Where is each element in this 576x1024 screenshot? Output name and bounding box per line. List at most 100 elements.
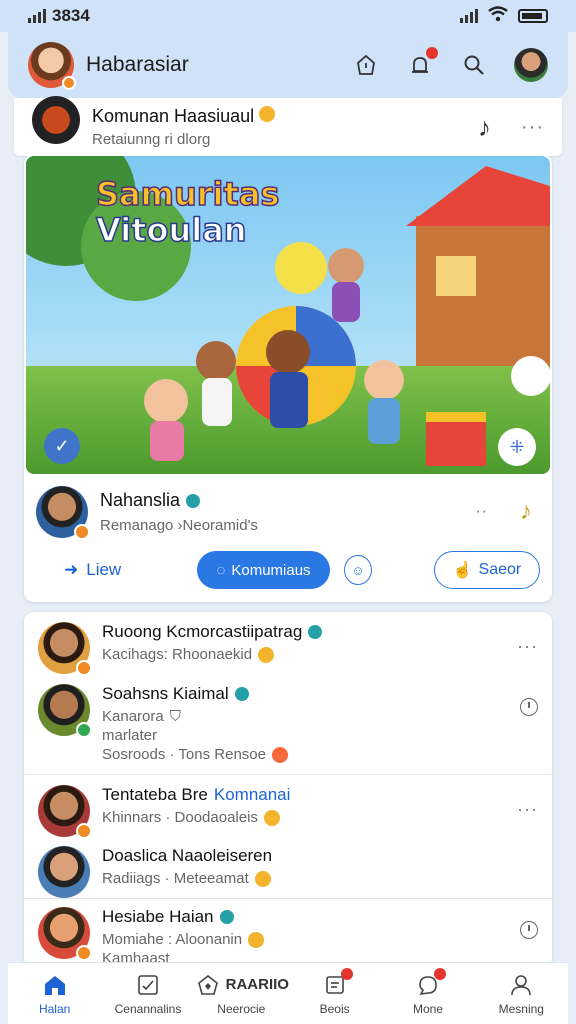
notification-badge [426, 47, 438, 59]
notification-badge [433, 967, 446, 980]
smile-emoji-icon [259, 106, 276, 122]
community-logo [32, 96, 80, 144]
list-item-line: Sosroods · Tons Rensoe [102, 746, 508, 763]
signal-icon [28, 9, 46, 23]
community-subtitle: Retaiunng ri dlorg [92, 131, 211, 148]
nav-label: Beois [319, 1001, 350, 1016]
checklist-icon [134, 972, 162, 998]
status-dot [62, 76, 76, 90]
list-item-name: Hesiabe Haian [102, 907, 508, 927]
profile-avatar[interactable] [28, 42, 76, 90]
emoji-icon [258, 646, 275, 663]
list-item-name: Ruoong Kcmorcastiipatrag [102, 622, 505, 642]
more-options-icon[interactable]: ··· [521, 116, 544, 139]
battery-icon [518, 9, 548, 23]
community-banner[interactable]: Samuritas Vitoulan ✓ ⁜ [26, 156, 550, 474]
list-item-name: Soahsns Kiaimal [102, 684, 508, 704]
nav-home[interactable]: Halan [11, 972, 99, 1016]
emoji-icon [248, 931, 265, 948]
post-author-row: Nahanslia Remanago ›Neoramid's ·· ♪ [36, 484, 540, 540]
list-item[interactable]: Doaslica Naaoleiseren Radiiags · Meteeam… [24, 840, 552, 902]
check-icon[interactable]: ✓ [44, 428, 80, 464]
emoji-icon [263, 809, 280, 826]
chat-icon [414, 967, 446, 998]
nav-channels[interactable]: Cenannalins [104, 972, 192, 1016]
home-outline-icon[interactable] [352, 51, 380, 79]
emoji-icon [271, 746, 288, 763]
emoji-react-icon[interactable]: ☺ [344, 555, 372, 585]
list-item[interactable]: Soahsns Kiaimal Kanarora ⛉ marlater Sosro… [24, 684, 552, 774]
author-name: Nahanslia [100, 490, 463, 511]
community-title: Komunan Haasiuaul [92, 106, 466, 127]
emoji-icon [254, 870, 271, 887]
list-avatar [38, 785, 92, 839]
profile-icon [507, 972, 535, 998]
arrow-right-icon: ➜ [64, 560, 79, 579]
chat-bubble-icon: ◌ [216, 561, 226, 579]
nav-explore[interactable]: RAARIIO Neerocie [194, 972, 289, 1016]
list-item-name: Doaslica Naaoleiseren [102, 846, 273, 865]
app-title: Habarasiar [86, 53, 189, 76]
clock-icon[interactable] [520, 907, 538, 944]
ellipsis-icon[interactable]: ·· [475, 503, 488, 521]
nav-label: Neerocie [217, 1001, 266, 1016]
pentagon-icon [194, 972, 222, 998]
list-item-name: Tentateba Bre Komnanai [102, 785, 291, 804]
nav-label: Halan [38, 1001, 71, 1016]
more-options-icon[interactable]: ··· [517, 785, 538, 820]
list-avatar [38, 622, 92, 676]
author-meta: Remanago ›Neoramid's [100, 517, 258, 534]
list-avatar [38, 907, 92, 961]
nav-profile[interactable]: Mesning [477, 972, 565, 1016]
search-icon[interactable] [460, 51, 488, 79]
nav-label: Cenannalins [114, 1001, 182, 1016]
clock-icon[interactable] [520, 684, 538, 721]
list-item-line: Kacihags: Rhoonaekid [102, 646, 505, 663]
community-strip[interactable]: Komunan Haasiuaul Retaiunng ri dlorg ♪ ·… [14, 96, 562, 156]
music-note-icon[interactable]: ♪ [478, 112, 491, 143]
community-list: Ruoong Kcmorcastiipatrag Kacihags: Rhoon… [24, 612, 552, 968]
document-icon [321, 967, 353, 998]
nav-chat[interactable]: Mone [384, 967, 472, 1016]
list-item-line: Momiahe : Aloonanin [102, 931, 508, 948]
feature-card: Samuritas Vitoulan ✓ ⁜ Nahanslia Remanag… [24, 154, 552, 602]
list-item-line: Radiiags · Meteeamat [102, 870, 538, 887]
wifi-icon [488, 5, 508, 27]
status-time: 3834 [52, 6, 90, 25]
list-item[interactable]: Tentateba Bre Komnanai Khinnars · Doodaoa… [24, 774, 552, 839]
share-icon[interactable]: ⁜ [498, 428, 536, 466]
author-badge [74, 524, 90, 540]
music-note-icon[interactable]: ♪ [520, 498, 532, 526]
nav-label: Mone [412, 1001, 443, 1016]
verified-icon [308, 625, 323, 639]
list-avatar [38, 684, 92, 738]
more-options-icon[interactable]: ··· [517, 622, 538, 657]
view-button[interactable]: ➜ Liew [64, 560, 183, 580]
thumb-icon: ☝ [452, 562, 473, 579]
author-avatar[interactable] [36, 486, 90, 540]
post-actions: ➜ Liew ◌ Komumiaus ☺ ☝ Saeor [64, 550, 540, 590]
banner-title: Samuritas Vitoulan [95, 175, 280, 249]
account-avatar[interactable] [514, 48, 548, 82]
list-item-line: marlater [102, 727, 158, 744]
verified-icon [234, 687, 249, 701]
bottom-nav: Halan Cenannalins RAARIIO Neerocie Beois… [8, 962, 568, 1024]
community-button[interactable]: ◌ Komumiaus [196, 551, 331, 589]
cell-signal-icon [460, 9, 478, 23]
home-icon [41, 972, 69, 998]
verified-icon [186, 493, 201, 508]
list-item[interactable]: Hesiabe Haian Momiahe : Aloonanin Kamhaa… [24, 898, 552, 968]
list-item[interactable]: Ruoong Kcmorcastiipatrag Kacihags: Rhoon… [24, 622, 552, 682]
status-bar: 3834 [0, 0, 576, 32]
list-avatar [38, 846, 90, 898]
list-item-line: Khinnars · Doodaoaleis [102, 809, 505, 826]
notification-badge [340, 967, 353, 980]
share-button[interactable]: ☝ Saeor [433, 551, 540, 589]
nav-inline-label: RAARIIO [225, 976, 289, 993]
app-header: Habarasiar [8, 32, 568, 98]
nav-label: Mesning [498, 1001, 544, 1016]
bell-icon[interactable] [406, 47, 438, 79]
verified-icon [219, 910, 234, 924]
shield-icon: ⛉ [169, 708, 181, 725]
nav-posts[interactable]: Beois [291, 967, 379, 1016]
